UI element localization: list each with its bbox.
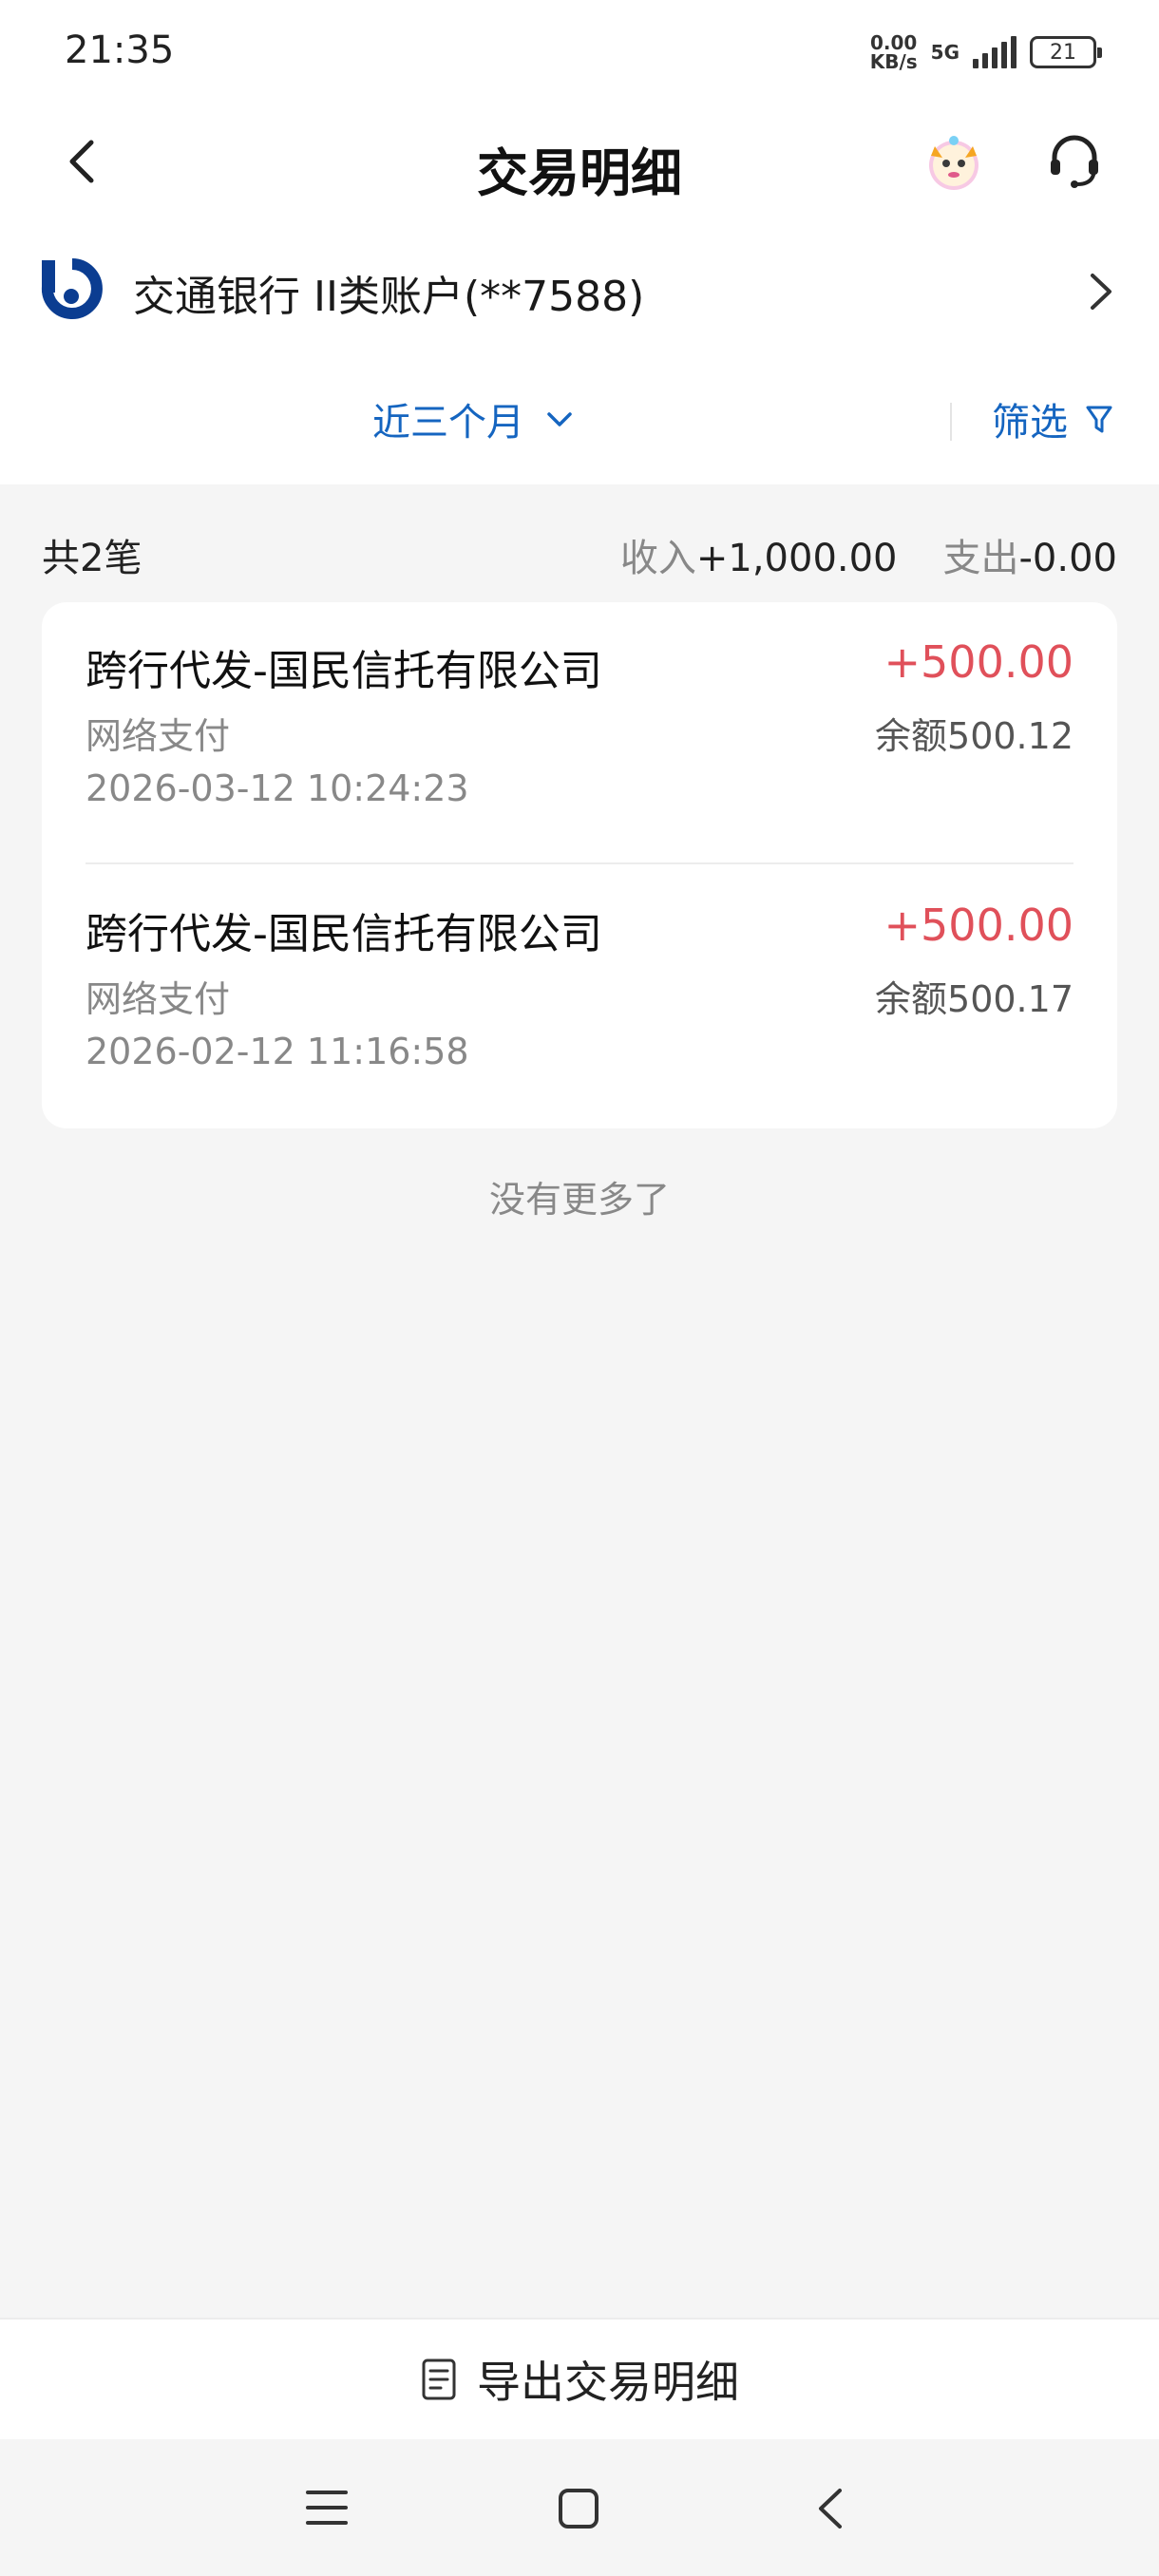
chevron-right-icon — [1091, 274, 1112, 310]
transaction-channel: 网络支付 — [86, 715, 231, 757]
income-label: 收入 — [619, 537, 696, 580]
expense-total: 支出-0.00 — [943, 527, 1118, 582]
export-bar: 导出交易明细 — [0, 2318, 1159, 2439]
battery-level: 21 — [1050, 40, 1076, 65]
transaction-item[interactable]: 跨行代发-国民信托有限公司 +500.00 网络支付 余额500.17 2026… — [86, 900, 1074, 1137]
account-label: 交通银行 II类账户(**7588) — [133, 273, 645, 321]
export-label: 导出交易明细 — [477, 2357, 739, 2408]
period-dropdown[interactable]: 近三个月 — [372, 391, 576, 446]
end-of-list-text: 没有更多了 — [488, 1179, 670, 1221]
transaction-item[interactable]: 跨行代发-国民信托有限公司 +500.00 网络支付 余额500.12 2026… — [86, 636, 1074, 874]
transaction-amount: +500.00 — [884, 900, 1074, 951]
document-icon — [422, 2358, 456, 2400]
transaction-list: 跨行代发-国民信托有限公司 +500.00 网络支付 余额500.12 2026… — [42, 602, 1117, 1128]
transaction-detail-screen: 21:35 0.00 KB/s 5G 21 交易明细 交通银行 II类账户(**… — [0, 0, 1159, 2576]
nav-bar: 交易明细 — [0, 114, 1159, 209]
bank-logo-icon — [41, 258, 103, 319]
filter-label: 筛选 — [992, 401, 1068, 445]
transaction-title: 跨行代发-国民信托有限公司 — [86, 910, 602, 958]
funnel-icon — [1086, 406, 1112, 433]
home-icon[interactable] — [557, 2487, 600, 2530]
mascot-icon[interactable] — [922, 129, 986, 194]
headset-icon[interactable] — [1045, 131, 1104, 190]
summary-row: 共2笔 收入+1,000.00 支出-0.00 — [42, 527, 1117, 584]
expense-value: -0.00 — [1018, 537, 1118, 580]
income-value: +1,000.00 — [695, 537, 898, 580]
transaction-balance: 余额500.12 — [875, 715, 1074, 757]
transaction-time: 2026-02-12 11:16:58 — [86, 1031, 469, 1072]
expense-label: 支出 — [942, 537, 1019, 580]
export-button[interactable]: 导出交易明细 — [0, 2348, 1159, 2411]
net-speed: 0.00 KB/s — [870, 33, 918, 71]
transaction-balance: 余额500.17 — [875, 978, 1074, 1020]
divider — [86, 862, 1074, 864]
account-selector[interactable]: 交通银行 II类账户(**7588) — [0, 249, 1159, 334]
status-indicators: 0.00 KB/s 5G 21 — [870, 28, 1102, 76]
transaction-count: 共2笔 — [42, 537, 142, 580]
back-icon[interactable] — [811, 2485, 849, 2532]
income-total: 收入+1,000.00 — [620, 527, 898, 582]
period-label: 近三个月 — [372, 401, 524, 445]
signal-icon — [973, 36, 1016, 68]
menu-icon[interactable] — [304, 2487, 350, 2529]
net-speed-unit: KB/s — [869, 50, 918, 73]
transaction-channel: 网络支付 — [86, 978, 231, 1020]
chevron-down-icon — [547, 412, 572, 426]
status-time: 21:35 — [65, 28, 175, 72]
net-speed-value: 0.00 — [870, 31, 918, 54]
system-nav-bar — [0, 2439, 1159, 2576]
filter-button[interactable]: 筛选 — [992, 391, 1113, 446]
divider — [950, 403, 952, 441]
transaction-amount: +500.00 — [884, 636, 1074, 688]
battery-icon: 21 — [1030, 36, 1102, 68]
network-type: 5G — [930, 41, 960, 64]
transaction-time: 2026-03-12 10:24:23 — [86, 767, 469, 809]
totals: 收入+1,000.00 支出-0.00 — [620, 527, 1117, 582]
transaction-title: 跨行代发-国民信托有限公司 — [86, 647, 602, 695]
filter-row: 近三个月 筛选 — [0, 380, 1159, 465]
